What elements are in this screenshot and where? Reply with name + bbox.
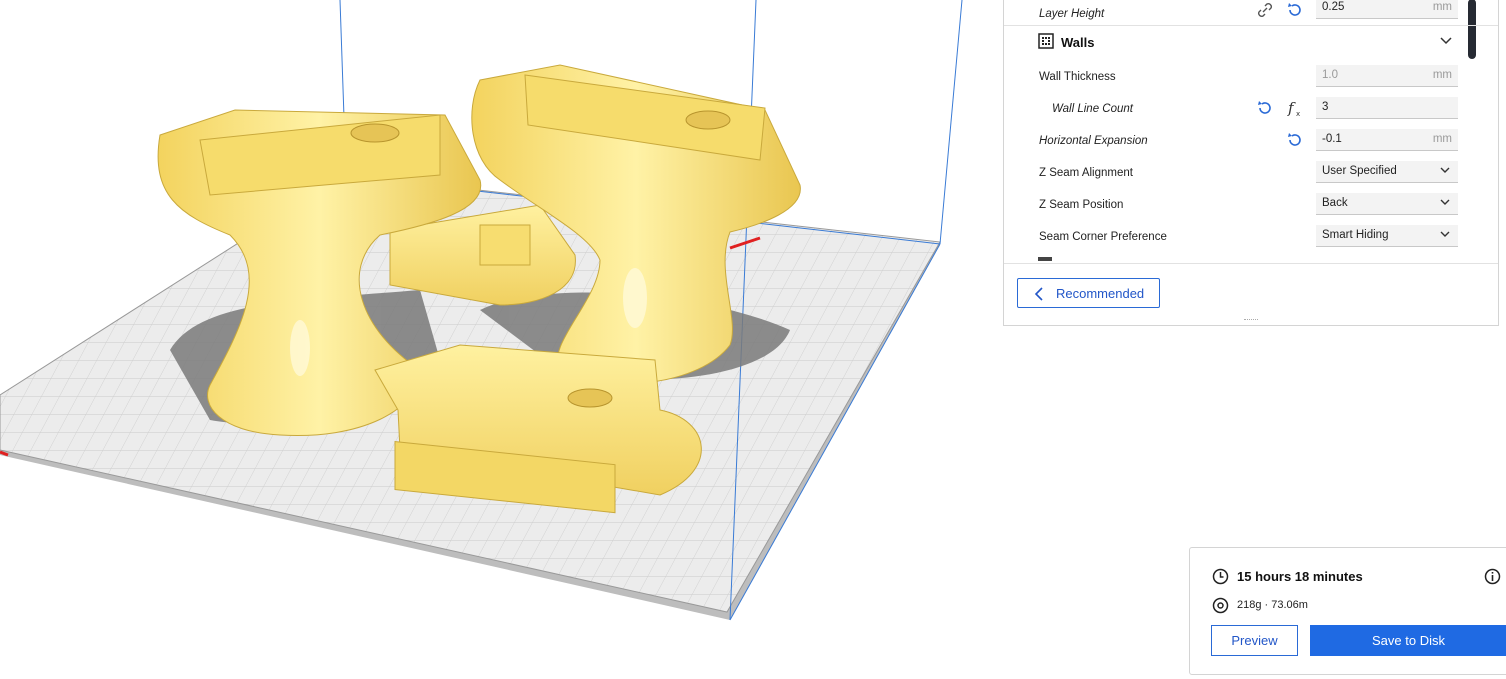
setting-wall-thickness: Wall Thickness 1.0 mm — [1004, 62, 1498, 94]
z-seam-alignment-label: Z Seam Alignment — [1039, 167, 1133, 179]
chevron-down-icon[interactable] — [1440, 36, 1452, 46]
spool-icon — [1212, 597, 1229, 614]
clock-icon — [1212, 568, 1229, 585]
wall-line-count-label: Wall Line Count — [1052, 103, 1133, 115]
walls-section-title: Walls — [1061, 35, 1095, 50]
z-seam-alignment-value: User Specified — [1322, 165, 1397, 177]
wall-thickness-value: 1.0 — [1322, 69, 1338, 81]
custom-settings-panel: Layer Height 0.25 mm Walls Wall Thicknes… — [1003, 0, 1499, 326]
chevron-left-icon — [1034, 287, 1043, 301]
z-seam-position-label: Z Seam Position — [1039, 199, 1124, 211]
wall-thickness-input[interactable]: 1.0 mm — [1316, 65, 1458, 87]
walls-icon — [1038, 33, 1054, 49]
print-summary-panel: 15 hours 18 minutes 218g · 73.06m Previe… — [1189, 547, 1506, 675]
setting-horizontal-expansion: Horizontal Expansion -0.1 mm — [1004, 126, 1498, 158]
wall-line-count-value: 3 — [1322, 101, 1329, 113]
info-icon[interactable] — [1484, 568, 1501, 585]
setting-z-seam-alignment: Z Seam Alignment User Specified — [1004, 158, 1498, 190]
next-section-header-clipped — [1038, 257, 1468, 261]
horizontal-expansion-unit: mm — [1432, 133, 1452, 145]
save-to-disk-button[interactable]: Save to Disk — [1310, 625, 1506, 656]
layer-height-value: 0.25 — [1322, 1, 1345, 13]
z-seam-alignment-select[interactable]: User Specified — [1316, 161, 1458, 183]
reset-icon[interactable] — [1286, 1, 1304, 19]
setting-seam-corner-preference: Seam Corner Preference Smart Hiding — [1004, 222, 1498, 254]
layer-height-input[interactable]: 0.25 mm — [1316, 0, 1458, 19]
chevron-down-icon — [1440, 199, 1450, 205]
layer-height-label: Layer Height — [1039, 8, 1105, 20]
seam-corner-preference-select[interactable]: Smart Hiding — [1316, 225, 1458, 247]
wall-thickness-label: Wall Thickness — [1039, 71, 1116, 83]
material-usage: 218g · 73.06m — [1237, 599, 1308, 611]
reset-icon[interactable] — [1286, 131, 1304, 149]
z-seam-position-select[interactable]: Back — [1316, 193, 1458, 215]
seam-corner-preference-label: Seam Corner Preference — [1039, 231, 1167, 243]
z-seam-position-value: Back — [1322, 197, 1348, 209]
print-time: 15 hours 18 minutes — [1237, 569, 1363, 584]
wall-thickness-unit: mm — [1432, 69, 1452, 81]
svg-text:x: x — [1296, 110, 1300, 118]
recommended-button[interactable]: Recommended — [1017, 278, 1160, 308]
function-icon[interactable]: f x — [1286, 98, 1304, 118]
model-part-front — [374, 344, 702, 514]
preview-button[interactable]: Preview — [1211, 625, 1298, 656]
horizontal-expansion-label: Horizontal Expansion — [1039, 135, 1148, 147]
horizontal-expansion-value: -0.1 — [1322, 133, 1342, 145]
recommended-label: Recommended — [1056, 286, 1145, 301]
chevron-down-icon — [1440, 167, 1450, 173]
seam-corner-preference-value: Smart Hiding — [1322, 229, 1389, 241]
chevron-down-icon — [1440, 231, 1450, 237]
reset-icon[interactable] — [1256, 99, 1274, 117]
divider — [1004, 263, 1498, 264]
setting-wall-line-count: Wall Line Count f x 3 — [1004, 94, 1498, 126]
walls-section-header[interactable]: Walls — [1004, 25, 1498, 58]
resize-handle[interactable] — [1244, 319, 1258, 323]
layer-height-unit: mm — [1432, 1, 1452, 13]
svg-text:f: f — [1287, 99, 1296, 117]
link-icon[interactable] — [1256, 1, 1274, 19]
setting-z-seam-position: Z Seam Position Back — [1004, 190, 1498, 222]
horizontal-expansion-input[interactable]: -0.1 mm — [1316, 129, 1458, 151]
wall-line-count-input[interactable]: 3 — [1316, 97, 1458, 119]
